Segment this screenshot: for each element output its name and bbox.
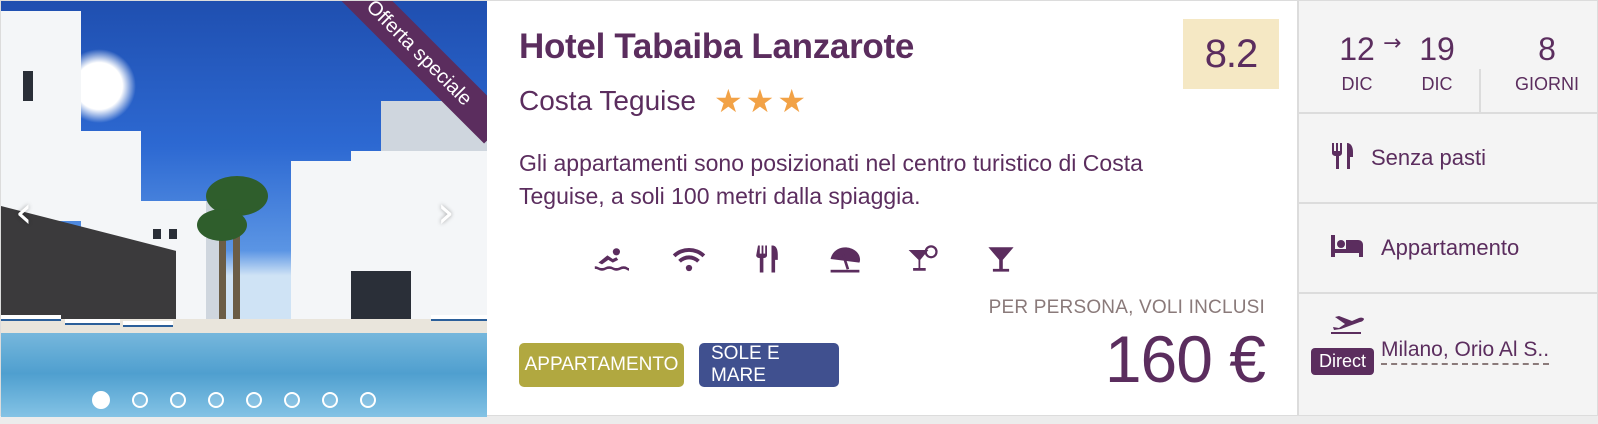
star-icon: ★ bbox=[777, 82, 806, 120]
hotel-location: Costa Teguise bbox=[519, 85, 696, 116]
carousel-dot[interactable] bbox=[284, 392, 300, 408]
star-rating: ★ ★ ★ bbox=[714, 85, 806, 117]
location-row: Costa Teguise ★ ★ ★ bbox=[519, 85, 806, 117]
carousel-dot[interactable] bbox=[132, 392, 148, 408]
direct-flight-badge: Direct bbox=[1311, 348, 1375, 375]
hotel-offer-card[interactable]: Offerta speciale ‹ › Hotel Tabaiba Lanza… bbox=[0, 0, 1598, 417]
wifi-icon bbox=[669, 241, 709, 277]
accommodation-tag[interactable]: APPARTAMENTO bbox=[519, 343, 684, 387]
swimming-icon bbox=[591, 241, 631, 277]
review-score: 8.2 bbox=[1183, 19, 1279, 89]
star-icon: ★ bbox=[745, 82, 775, 120]
restaurant-icon bbox=[747, 241, 787, 277]
room-type: Appartamento bbox=[1299, 204, 1597, 294]
theme-tag[interactable]: SOLE E MARE bbox=[699, 343, 839, 387]
price-amount: 160 € bbox=[1104, 322, 1266, 396]
return-month: DIC bbox=[1421, 74, 1453, 94]
trip-duration: 8 GIORNI bbox=[1487, 1, 1598, 95]
price-label: PER PERSONA, VOLI INCLUSI bbox=[988, 297, 1265, 318]
chevron-left-icon[interactable]: ‹ bbox=[15, 191, 33, 235]
arrow-right-icon: → bbox=[1383, 31, 1402, 56]
trip-dates: 12 DIC → 19 DIC 8 GIORNI bbox=[1299, 1, 1597, 114]
chevron-right-icon[interactable]: › bbox=[437, 191, 455, 235]
cocktail-icon bbox=[903, 241, 943, 277]
carousel-dot[interactable] bbox=[170, 392, 186, 408]
airplane-icon bbox=[1331, 314, 1365, 339]
bed-icon bbox=[1331, 234, 1363, 262]
fork-knife-icon bbox=[1331, 142, 1355, 175]
carousel-dot[interactable] bbox=[360, 392, 376, 408]
departure-date: 12 DIC bbox=[1337, 1, 1377, 95]
hotel-name[interactable]: Hotel Tabaiba Lanzarote bbox=[519, 27, 914, 67]
meal-plan: Senza pasti bbox=[1299, 114, 1597, 204]
photo-cloud bbox=[71, 41, 141, 131]
photo-building bbox=[1, 11, 81, 221]
hotel-photo-carousel[interactable]: Offerta speciale ‹ › bbox=[1, 1, 487, 417]
beach-umbrella-icon bbox=[825, 241, 865, 277]
special-offer-ribbon: Offerta speciale bbox=[337, 1, 487, 144]
duration-unit: GIORNI bbox=[1514, 74, 1579, 94]
meal-plan-label: Senza pasti bbox=[1371, 145, 1486, 170]
room-type-label: Appartamento bbox=[1381, 235, 1520, 260]
departure-day: 12 bbox=[1339, 31, 1375, 67]
return-day: 19 bbox=[1419, 31, 1455, 67]
hotel-info: Hotel Tabaiba Lanzarote Costa Teguise ★ ★… bbox=[487, 1, 1297, 417]
hotel-description: Gli appartamenti sono posizionati nel ce… bbox=[519, 150, 1143, 209]
departure-airport[interactable]: Milano, Orio Al S.. bbox=[1381, 338, 1550, 365]
martini-icon bbox=[981, 241, 1021, 277]
amenities-list bbox=[591, 241, 1021, 277]
duration-count: 8 bbox=[1538, 31, 1556, 67]
trip-details: 12 DIC → 19 DIC 8 GIORNI Senza pasti App… bbox=[1297, 1, 1597, 415]
flight-info: Direct Milano, Orio Al S.. bbox=[1299, 294, 1597, 417]
return-date: 19 DIC bbox=[1417, 1, 1457, 95]
star-icon: ★ bbox=[713, 82, 743, 120]
carousel-pagination bbox=[92, 391, 376, 409]
carousel-dot[interactable] bbox=[208, 392, 224, 408]
carousel-dot[interactable] bbox=[92, 391, 110, 409]
departure-month: DIC bbox=[1341, 74, 1373, 94]
carousel-dot[interactable] bbox=[246, 392, 262, 408]
carousel-dot[interactable] bbox=[322, 392, 338, 408]
